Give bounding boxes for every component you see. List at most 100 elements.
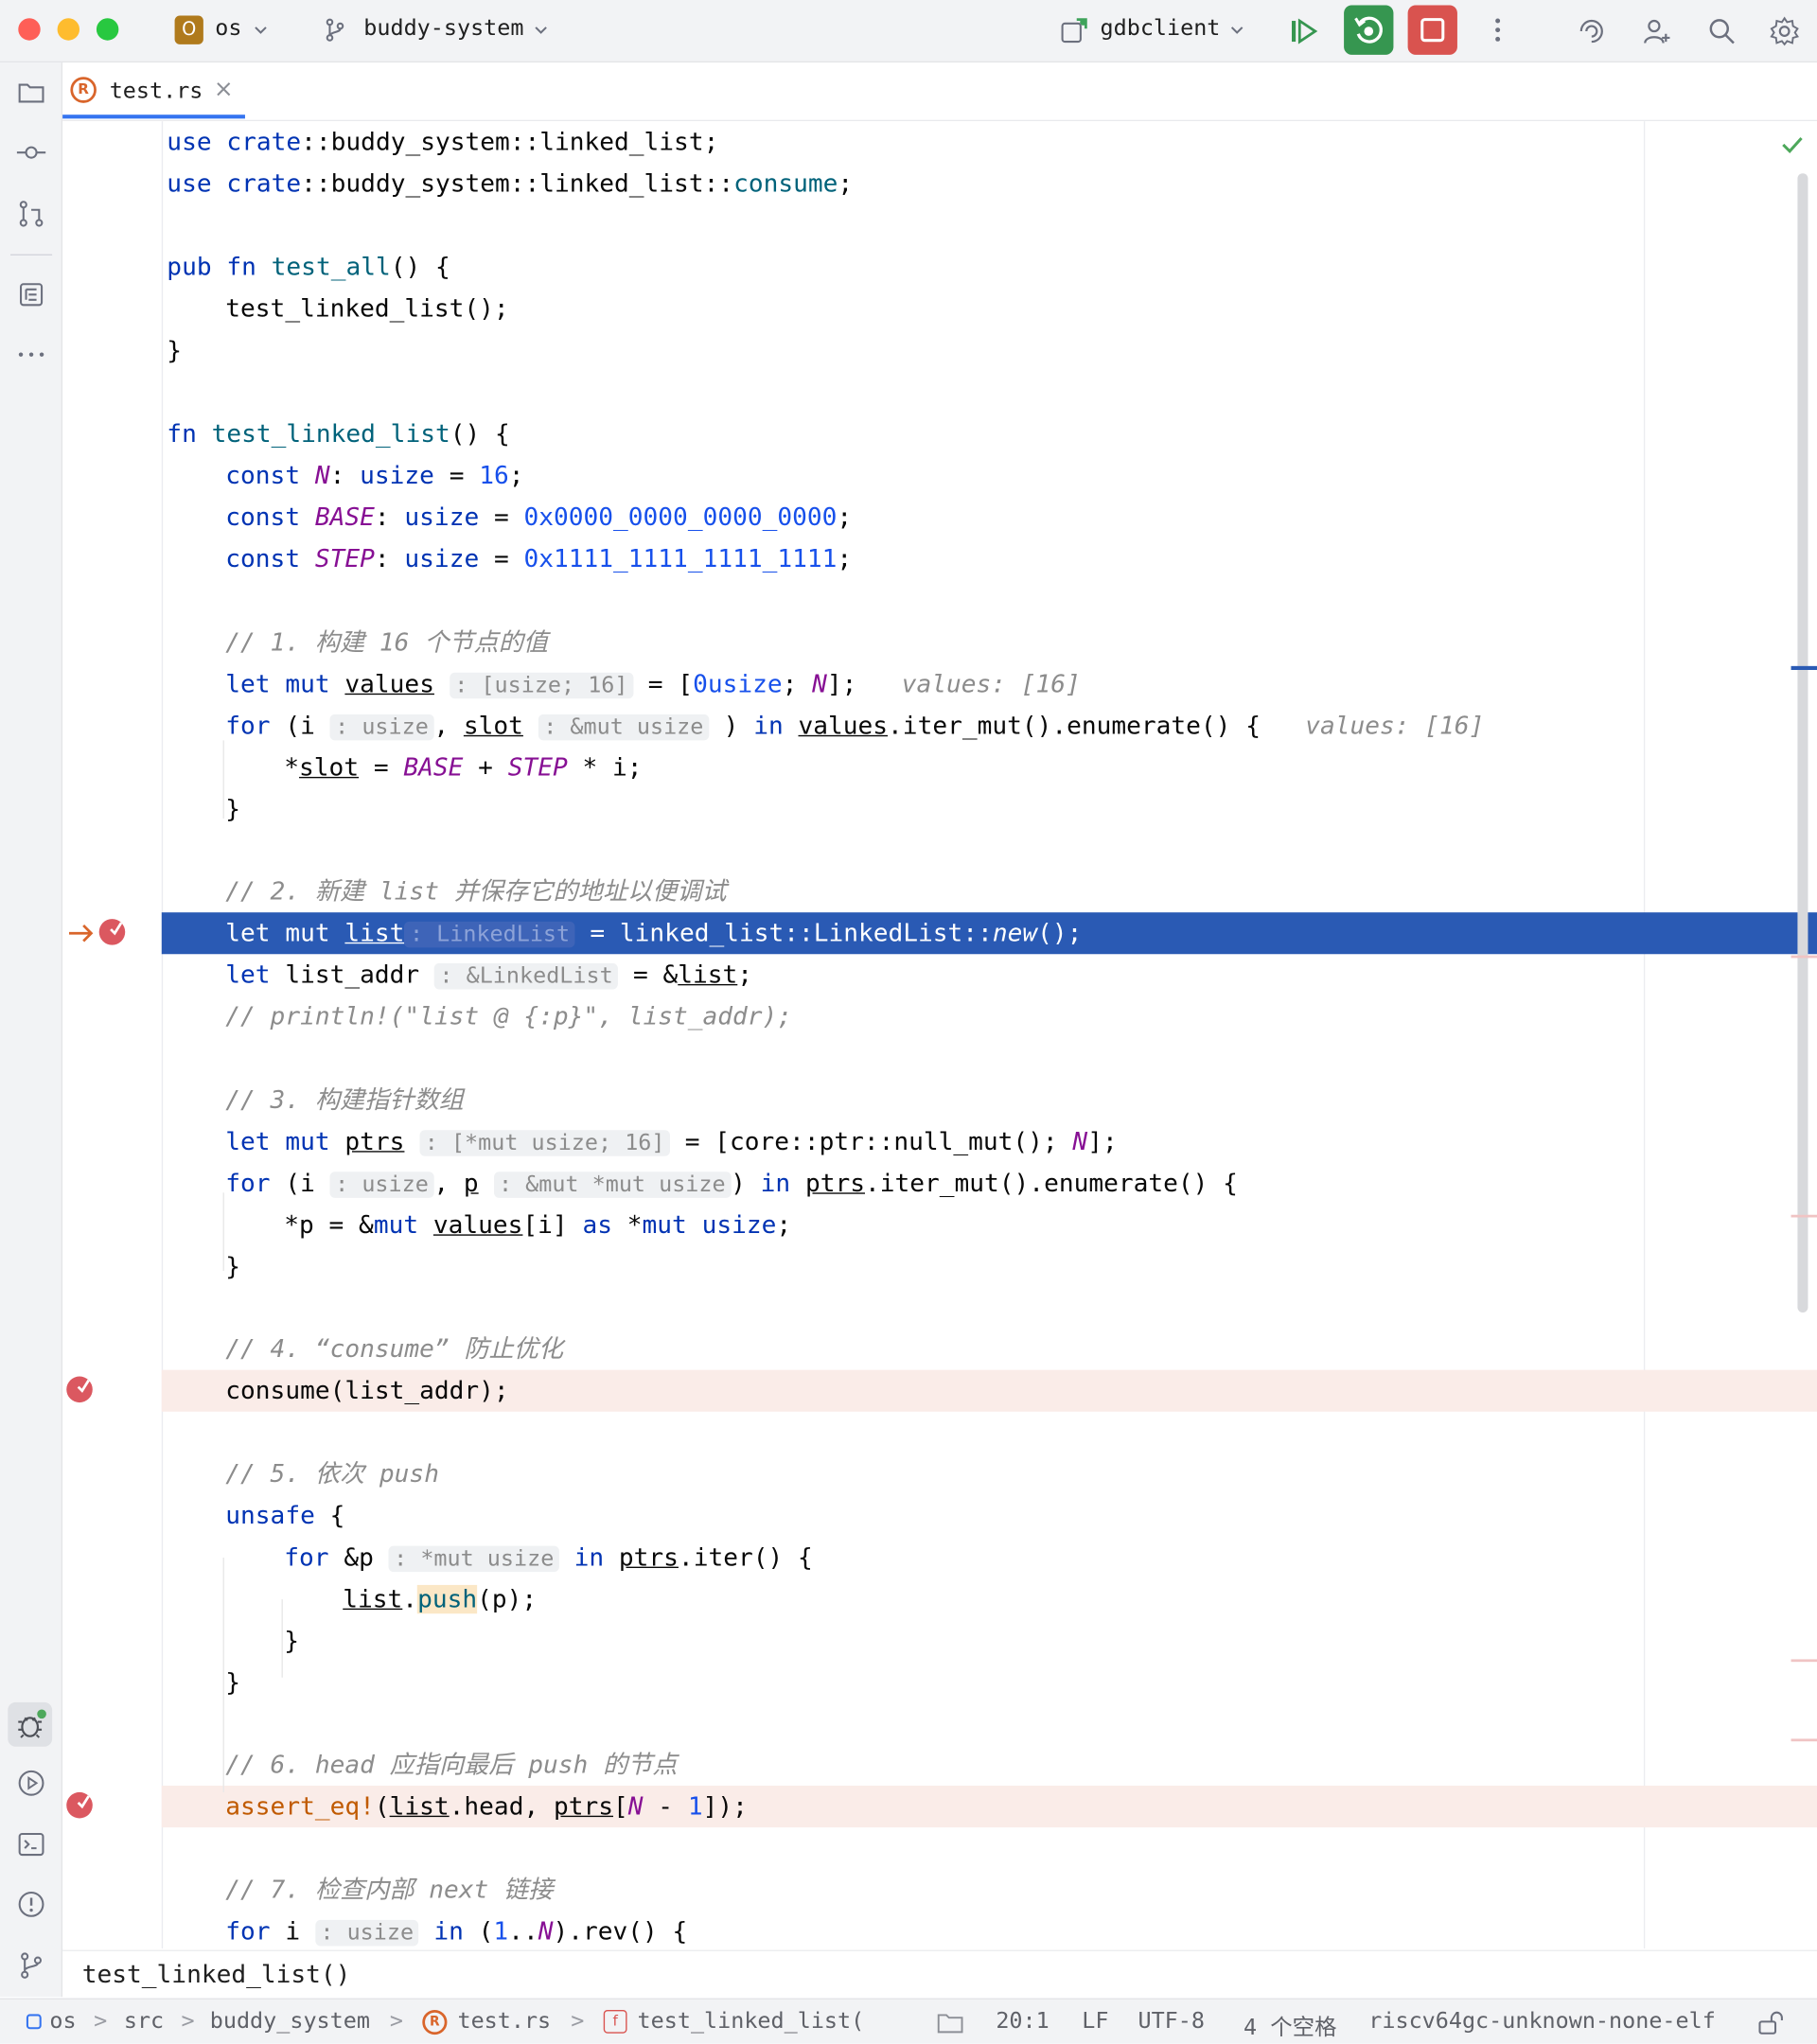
code-comment: // println!("list @ {:p}", list_addr); <box>225 1002 793 1031</box>
project-selector[interactable]: os <box>215 16 241 43</box>
structure-icon[interactable] <box>16 279 47 310</box>
editor-breadcrumb: test_linked_list() <box>62 1949 1817 1999</box>
settings-gear-icon[interactable] <box>1769 16 1800 47</box>
project-folder-icon[interactable] <box>16 77 47 108</box>
crumb-project[interactable]: os <box>49 2009 76 2035</box>
maximize-window-button[interactable] <box>96 18 119 41</box>
rust-target[interactable]: riscv64gc-unknown-none-elf <box>1368 2009 1716 2035</box>
code-line: fn test_linked_list() { <box>167 419 510 449</box>
code-line: for (i : usize, p : &mut *mut usize) in … <box>225 1169 1238 1198</box>
code-line: use crate::buddy_system::linked_list::co… <box>167 169 854 199</box>
run-icon[interactable] <box>16 1768 47 1799</box>
function-icon: f <box>603 2009 627 2034</box>
tab-close-button[interactable]: × <box>214 76 234 103</box>
tab-test-rs[interactable]: R test.rs × <box>62 62 245 120</box>
scrollbar-marker <box>1791 1659 1817 1663</box>
stop-button[interactable] <box>1407 5 1457 55</box>
debug-rerun-button[interactable] <box>1344 5 1394 55</box>
current-function-crumb[interactable]: test_linked_list() <box>82 1961 351 1989</box>
code-line: } <box>225 1668 241 1698</box>
branch-selector[interactable]: buddy-system <box>363 16 523 43</box>
title-bar: O os buddy-system gdbclient <box>0 0 1817 63</box>
ai-assistant-icon[interactable] <box>1576 16 1607 47</box>
module-icon <box>26 2014 42 2030</box>
code-line: let list_addr : &LinkedList = &list; <box>225 960 753 990</box>
current-execution-line: let mut list: LinkedList = linked_list::… <box>225 919 1083 948</box>
crumb-separator: > <box>571 2008 585 2035</box>
code-line: *p = &mut values[i] as *mut usize; <box>284 1210 792 1240</box>
scrollbar-marker <box>1791 955 1817 959</box>
code-line: use crate::buddy_system::linked_list; <box>167 127 719 157</box>
code-comment: // 3. 构建指针数组 <box>225 1085 464 1115</box>
indent-setting[interactable]: 4 个空格 <box>1244 2009 1336 2041</box>
code-line: let mut values : [usize; 16] = [0usize; … <box>225 669 1081 699</box>
no-problems-check-icon[interactable] <box>1781 134 1805 155</box>
active-tab-indicator <box>62 115 245 119</box>
breakpoint-line: assert_eq!(list.head, ptrs[N - 1]); <box>225 1791 748 1822</box>
code-comment: // 7. 检查内部 next 链接 <box>225 1876 554 1905</box>
code-line: let mut ptrs : [*mut usize; 16] = [core:… <box>225 1127 1118 1156</box>
type-hint: : &mut *mut usize <box>493 1172 732 1198</box>
debug-tool-button[interactable] <box>8 1701 53 1747</box>
pull-requests-icon[interactable] <box>16 198 47 229</box>
type-hint: : [*mut usize; 16] <box>419 1130 671 1156</box>
inline-debug-value: values: [16] <box>901 669 1081 699</box>
type-hint: : &LinkedList <box>433 963 619 990</box>
run-config-icon <box>1061 18 1087 44</box>
debug-rerun-icon <box>1354 16 1383 44</box>
rust-file-icon: R <box>70 77 97 103</box>
code-line: for &p : *mut usize in ptrs.iter() { <box>284 1542 813 1573</box>
type-hint: : usize <box>329 714 434 741</box>
code-line: } <box>225 1252 241 1281</box>
line-separator[interactable]: LF <box>1082 2009 1108 2035</box>
minimize-window-button[interactable] <box>57 18 80 41</box>
crumb-separator: > <box>181 2008 195 2035</box>
run-config-selector[interactable]: gdbclient <box>1101 16 1221 43</box>
terminal-icon[interactable] <box>16 1828 47 1859</box>
more-vertical-icon[interactable] <box>1483 16 1511 44</box>
stop-icon <box>1420 18 1445 43</box>
code-line: const BASE: usize = 0x0000_0000_0000_000… <box>225 502 853 532</box>
file-encoding[interactable]: UTF-8 <box>1138 2009 1205 2035</box>
code-line: *slot = BASE + STEP * i; <box>284 753 643 783</box>
scrollbar-marker <box>1791 1738 1817 1742</box>
breakpoint-line: consume(list_addr); <box>225 1376 509 1405</box>
rust-file-icon: R <box>422 2009 448 2035</box>
problems-icon[interactable] <box>16 1889 47 1920</box>
code-line: } <box>225 795 241 824</box>
add-user-icon[interactable] <box>1641 16 1672 47</box>
bug-icon <box>18 1709 46 1738</box>
strip-divider <box>10 254 53 256</box>
scrollbar-marker <box>1791 1214 1817 1218</box>
project-badge: O <box>174 15 203 44</box>
caret-position[interactable]: 20:1 <box>996 2009 1049 2035</box>
search-icon[interactable] <box>1706 16 1738 47</box>
resume-icon[interactable] <box>1286 14 1320 48</box>
unlock-icon[interactable] <box>1757 2010 1786 2036</box>
crumb-src[interactable]: src <box>124 2009 164 2035</box>
type-hint: : LinkedList <box>404 921 575 948</box>
code-line: list.push(p); <box>343 1584 538 1614</box>
code-editor[interactable]: use crate::buddy_system::linked_list; us… <box>62 121 1817 1949</box>
folder-icon[interactable] <box>937 2011 963 2035</box>
vertical-scrollbar-thumb[interactable] <box>1797 173 1808 1313</box>
crumb-function[interactable]: test_linked_list( <box>638 2009 865 2035</box>
commit-icon[interactable] <box>16 137 47 168</box>
more-tools-icon[interactable] <box>16 339 47 370</box>
code-line: for (i : usize, slot : &mut usize ) in v… <box>225 712 1485 741</box>
git-icon[interactable] <box>16 1950 47 1982</box>
type-hint: : [usize; 16] <box>449 673 634 699</box>
code-line: const STEP: usize = 0x1111_1111_1111_111… <box>225 544 853 574</box>
code-line: const N: usize = 16; <box>225 461 524 490</box>
code-comment: // 2. 新建 list 并保存它的地址以便调试 <box>225 876 727 907</box>
code-line: pub fn test_all() { <box>167 253 450 282</box>
close-window-button[interactable] <box>18 18 41 41</box>
status-bar: os > src > buddy_system > R test.rs > f … <box>0 1998 1817 2044</box>
code-line: } <box>284 1626 300 1656</box>
crumb-module[interactable]: buddy_system <box>210 2009 370 2035</box>
type-hint: : *mut usize <box>388 1545 559 1573</box>
type-hint: : usize <box>314 1919 419 1947</box>
code-comment: // 6. head 应指向最后 push 的节点 <box>225 1750 678 1780</box>
crumb-file[interactable]: test.rs <box>457 2009 551 2035</box>
code-comment: // 5. 依次 push <box>225 1459 439 1489</box>
